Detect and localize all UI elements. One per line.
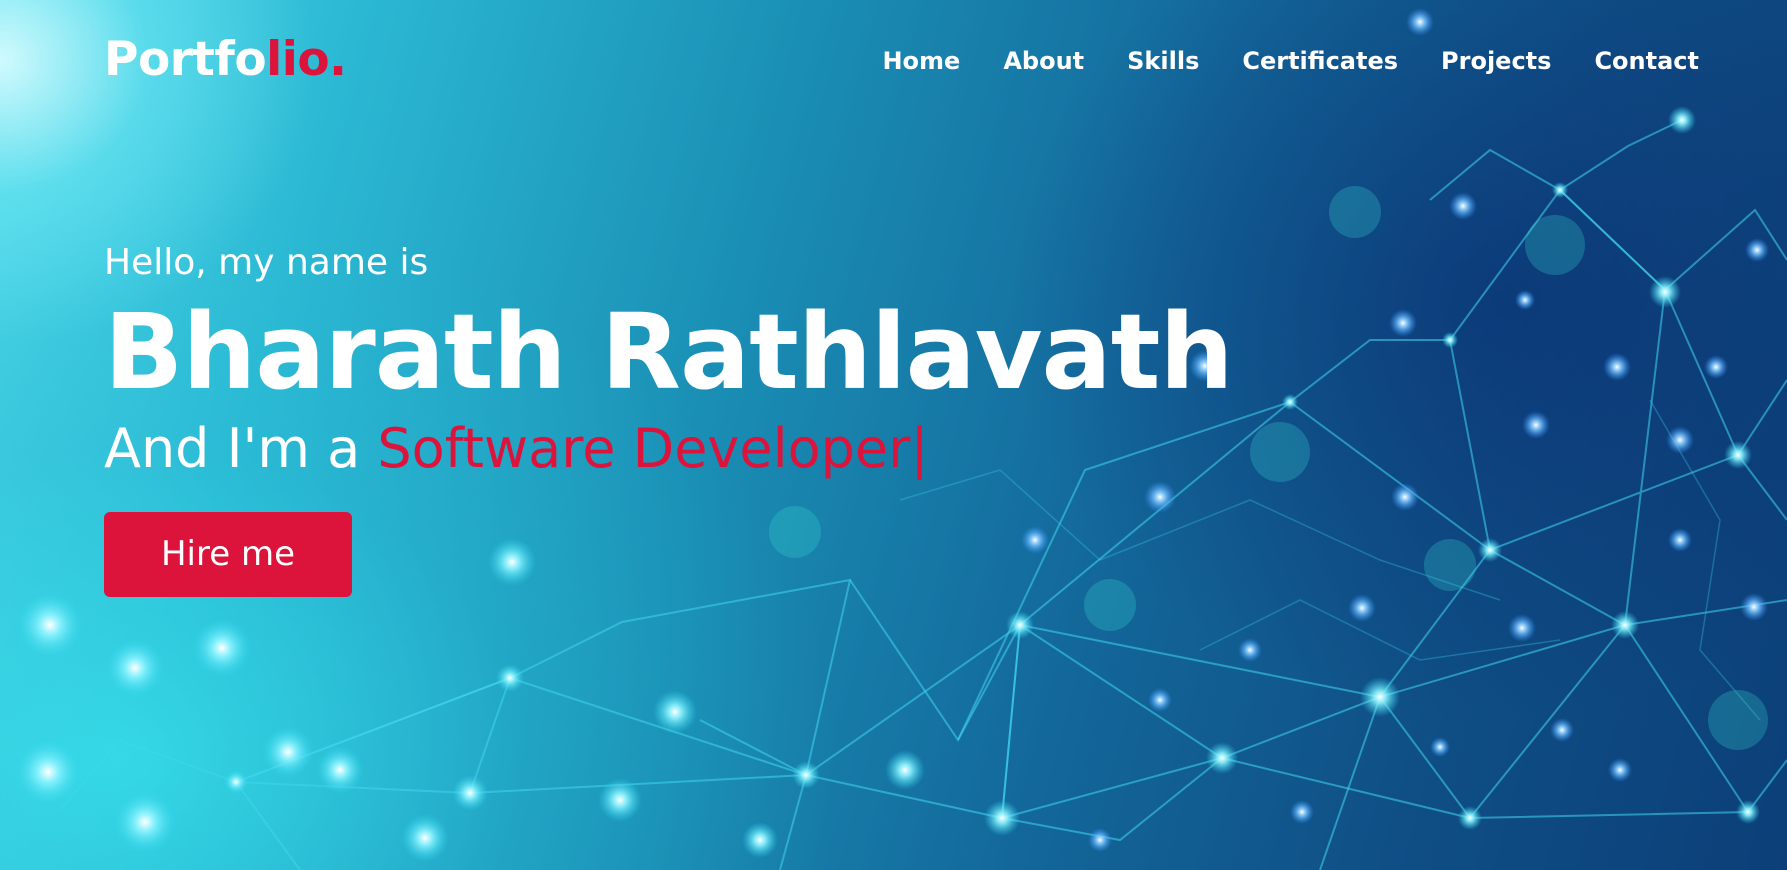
hero-section: Portfolio. Home About Skills Certificate… [0, 0, 1787, 870]
nav-link-about[interactable]: About [1003, 44, 1084, 78]
hero-role: And I'm a Software Developer| [104, 416, 1233, 482]
logo-accent-text: lio. [266, 32, 347, 87]
nav-link-home[interactable]: Home [882, 44, 960, 78]
logo-text: Portfo [104, 32, 267, 87]
nav-link-certificates[interactable]: Certificates [1242, 44, 1398, 78]
nav-menu: Home About Skills Certificates Projects … [839, 44, 1699, 78]
navbar: Portfolio. Home About Skills Certificate… [0, 0, 1787, 120]
nav-link-projects[interactable]: Projects [1441, 44, 1551, 78]
hero-content: Hello, my name is Bharath Rathlavath And… [104, 240, 1233, 597]
nav-link-skills[interactable]: Skills [1127, 44, 1199, 78]
hero-role-prefix: And I'm a [104, 417, 378, 480]
nav-link-contact[interactable]: Contact [1594, 44, 1699, 78]
hire-me-button[interactable]: Hire me [104, 512, 352, 597]
logo[interactable]: Portfolio. [104, 30, 347, 90]
hero-role-typed: Software Developer| [377, 417, 929, 480]
hero-greeting: Hello, my name is [104, 242, 429, 283]
hero-name: Bharath Rathlavath [104, 291, 1233, 413]
